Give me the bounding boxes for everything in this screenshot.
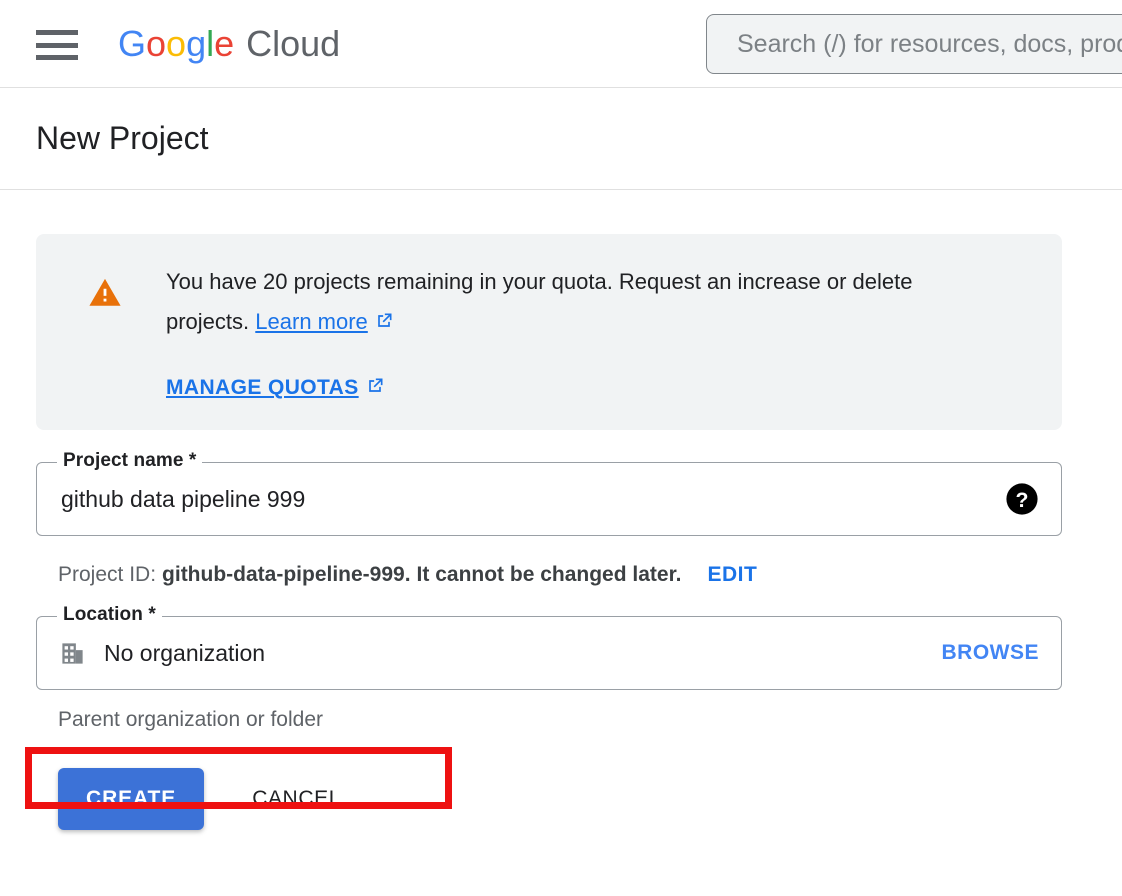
logo-letter-l: l — [206, 23, 215, 64]
project-id-row: Project ID: github-data-pipeline-999. It… — [36, 558, 1122, 592]
quota-text-wrapper: You have 20 projects remaining in your q… — [166, 262, 976, 400]
search-bar[interactable] — [706, 14, 1122, 74]
logo-letter-o2: o — [166, 23, 187, 64]
search-input[interactable] — [735, 28, 1122, 60]
page-title: New Project — [36, 120, 209, 156]
main-content: You have 20 projects remaining in your q… — [0, 190, 1122, 830]
cancel-button[interactable]: CANCEL — [252, 787, 341, 811]
location-field[interactable]: Location * No organization BROWSE — [36, 604, 1062, 690]
open-in-new-icon — [368, 378, 383, 392]
project-id-note: It cannot be changed later. — [416, 563, 682, 586]
hamburger-bar-3 — [36, 55, 78, 60]
form-actions: CREATE CANCEL — [36, 768, 1122, 830]
hamburger-menu-icon[interactable] — [36, 30, 78, 60]
warning-triangle-icon — [89, 278, 121, 306]
logo-letter-g: G — [118, 23, 147, 64]
learn-more-link[interactable]: Learn more — [255, 309, 394, 334]
edit-project-id-button[interactable]: EDIT — [707, 563, 757, 587]
location-hint: Parent organization or folder — [58, 708, 323, 731]
location-label: Location * — [57, 604, 162, 626]
manage-quotas-label: MANAGE QUOTAS — [166, 376, 359, 399]
logo-letter-o1: o — [146, 23, 167, 64]
manage-quotas-link[interactable]: MANAGE QUOTAS — [166, 376, 385, 400]
location-value: No organization — [104, 639, 266, 666]
logo-letter-e: e — [214, 23, 235, 64]
project-name-input[interactable] — [59, 484, 1005, 514]
quota-message: You have 20 projects remaining in your q… — [166, 262, 976, 342]
project-id-value: github-data-pipeline-999. — [162, 563, 411, 586]
svg-text:?: ? — [1016, 488, 1029, 512]
logo-letter-g2: g — [186, 23, 207, 64]
page-title-bar: New Project — [0, 88, 1122, 190]
quota-banner: You have 20 projects remaining in your q… — [36, 234, 1062, 430]
organization-building-icon — [62, 642, 83, 664]
google-cloud-logo[interactable]: Google Cloud — [118, 21, 340, 67]
logo-word-cloud: Cloud — [246, 23, 341, 64]
browse-button[interactable]: BROWSE — [942, 641, 1040, 665]
hamburger-bar-1 — [36, 30, 78, 35]
project-id-prefix: Project ID: — [58, 563, 157, 586]
top-app-bar: Google Cloud — [0, 0, 1122, 88]
create-button[interactable]: CREATE — [58, 768, 205, 830]
project-name-field[interactable]: Project name * ? — [36, 450, 1062, 536]
hamburger-bar-2 — [36, 42, 78, 48]
open-in-new-icon — [377, 313, 392, 327]
learn-more-label: Learn more — [255, 309, 368, 334]
help-filled-icon[interactable]: ? — [1005, 482, 1039, 516]
project-name-label: Project name * — [57, 450, 203, 472]
